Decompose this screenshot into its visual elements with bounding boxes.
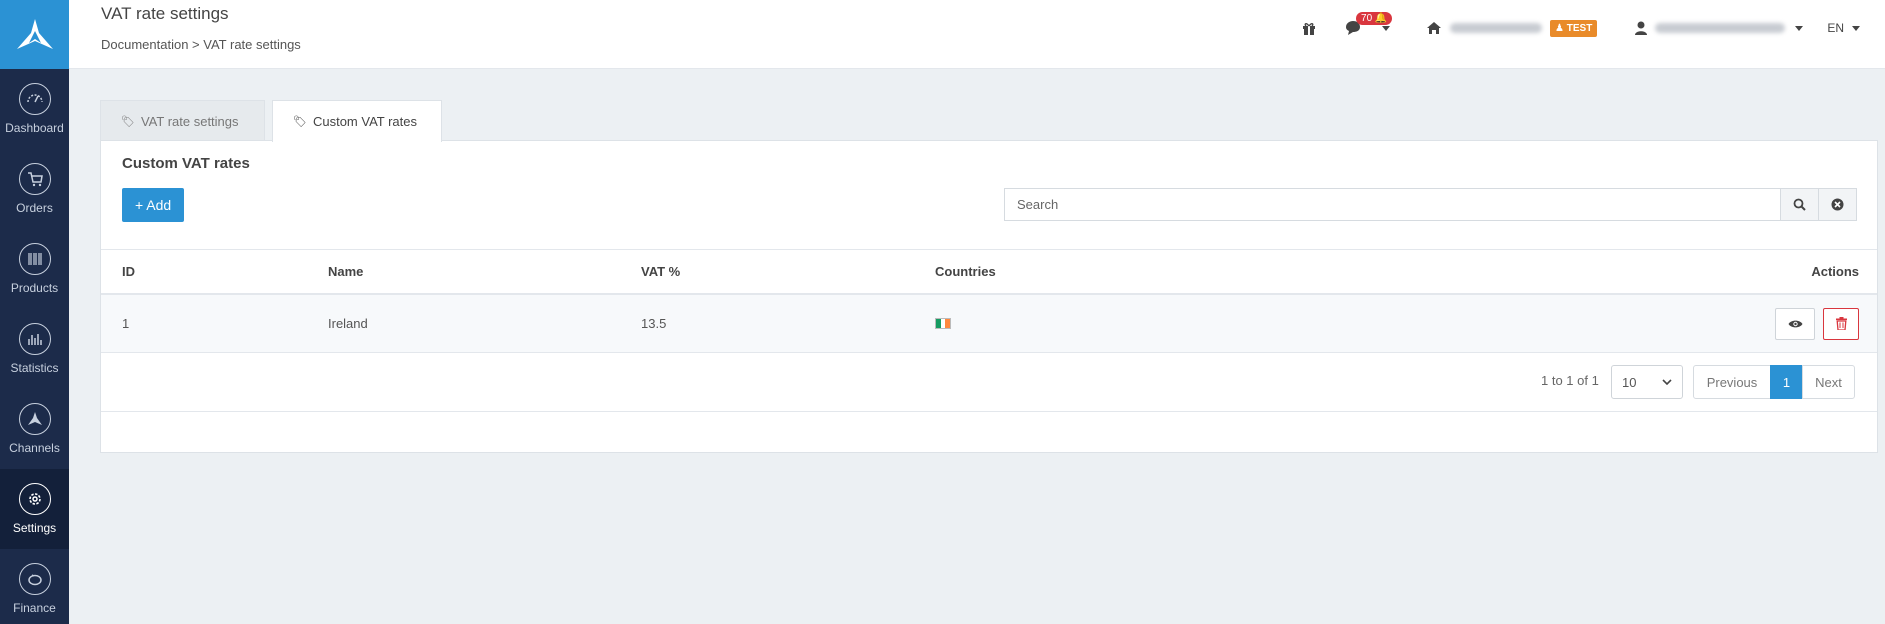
shop-name-redacted	[1450, 23, 1543, 33]
sidebar-item-label: Channels	[9, 441, 60, 455]
cell-name: Ireland	[328, 316, 368, 331]
user-icon[interactable]	[1635, 21, 1648, 35]
sidebar-item-settings[interactable]: Settings	[0, 469, 69, 549]
gear-icon	[18, 483, 51, 515]
sidebar-item-statistics[interactable]: Statistics	[0, 309, 69, 389]
add-button[interactable]: + Add	[122, 188, 185, 222]
chevron-down-icon	[1662, 379, 1672, 385]
home-icon[interactable]	[1426, 21, 1442, 35]
header-toolbar: 70 🔔 ♟ TEST EN	[1302, 0, 1885, 56]
language-dropdown-caret[interactable]	[1852, 25, 1860, 31]
channels-icon	[18, 403, 51, 435]
bell-icon: 🔔	[1374, 13, 1388, 24]
cell-countries	[935, 295, 951, 352]
test-badge: ♟ TEST	[1550, 19, 1598, 37]
chat-notifications-icon[interactable]: 70 🔔	[1344, 12, 1393, 36]
column-header-actions: Actions	[1811, 264, 1859, 279]
notification-count: 70	[1361, 13, 1373, 24]
sidebar-item-label: Dashboard	[5, 121, 64, 135]
custom-vat-rates-panel: Custom VAT rates + Add ID Name VAT % Cou…	[100, 140, 1878, 453]
column-header-name[interactable]: Name	[328, 250, 363, 293]
next-page-button[interactable]: Next	[1802, 365, 1855, 399]
search-button[interactable]	[1780, 189, 1818, 220]
sidebar-item-finance[interactable]: Finance	[0, 549, 69, 624]
row-actions	[1775, 295, 1859, 352]
sidebar-item-label: Products	[10, 281, 59, 295]
page-button-1[interactable]: 1	[1770, 365, 1803, 399]
search-icon	[1793, 198, 1806, 211]
breadcrumb: Documentation > VAT rate settings	[101, 37, 301, 52]
sidebar-item-products[interactable]: Products	[0, 229, 69, 309]
cell-vat: 13.5	[641, 316, 667, 331]
gauge-icon	[18, 83, 51, 115]
search-input[interactable]	[1005, 189, 1780, 220]
chart-icon	[18, 323, 51, 355]
language-selector[interactable]: EN	[1827, 21, 1844, 35]
clear-search-button[interactable]	[1818, 189, 1856, 220]
piggybank-icon	[18, 563, 51, 595]
trash-icon	[1835, 317, 1847, 330]
page-size-value: 10	[1622, 374, 1637, 390]
eye-icon	[1788, 320, 1802, 327]
sidebar-item-label: Settings	[12, 521, 57, 535]
sidebar-item-channels[interactable]: Channels	[0, 389, 69, 469]
panel-title: Custom VAT rates	[122, 155, 250, 172]
test-badge-label: TEST	[1566, 22, 1593, 34]
top-header: VAT rate settings Documentation > VAT ra…	[69, 0, 1885, 69]
logo-icon	[16, 18, 53, 49]
sidebar: Dashboard Orders Products Statistics Cha…	[0, 0, 69, 624]
notifications-dropdown-caret[interactable]	[1382, 25, 1391, 31]
column-header-id[interactable]: ID	[122, 250, 135, 293]
view-button[interactable]	[1775, 307, 1815, 340]
user-icon: ♟	[1555, 22, 1564, 34]
app-logo[interactable]	[0, 0, 69, 69]
sidebar-item-dashboard[interactable]: Dashboard	[0, 69, 69, 149]
pagination: Previous 1 Next	[1693, 365, 1855, 399]
sidebar-item-label: Finance	[13, 601, 56, 615]
tab-custom-vat-rates[interactable]: 🏷 Custom VAT rates	[272, 100, 442, 142]
gift-icon[interactable]	[1302, 21, 1316, 35]
barcode-icon	[18, 243, 51, 275]
sidebar-item-orders[interactable]: Orders	[0, 149, 69, 229]
tag-icon: 🏷	[293, 116, 307, 128]
cart-icon	[18, 163, 51, 195]
user-name-redacted	[1655, 23, 1786, 33]
tab-label: Custom VAT rates	[312, 114, 418, 129]
column-header-countries: Countries	[935, 264, 996, 279]
delete-button[interactable]	[1823, 307, 1859, 340]
table-footer: 1 to 1 of 1 10 Previous 1 Next	[101, 353, 1877, 412]
tab-label: VAT rate settings	[140, 113, 239, 129]
column-header-vat[interactable]: VAT %	[641, 250, 680, 293]
table-row: 1 Ireland 13.5	[101, 295, 1877, 353]
sidebar-item-label: Orders	[16, 201, 53, 215]
search-bar	[1004, 188, 1857, 221]
pagination-info: 1 to 1 of 1	[1541, 373, 1599, 388]
sidebar-item-label: Statistics	[10, 361, 59, 375]
close-circle-icon	[1831, 198, 1844, 211]
page-title: VAT rate settings	[101, 4, 229, 23]
page-size-select[interactable]: 10	[1611, 365, 1683, 399]
tab-vat-rate-settings[interactable]: 🏷 VAT rate settings	[100, 100, 265, 141]
ireland-flag-icon	[935, 318, 951, 329]
cell-id: 1	[122, 316, 130, 331]
table-header: ID Name VAT % Countries Actions	[101, 249, 1877, 295]
user-dropdown-caret[interactable]	[1795, 25, 1804, 31]
tag-icon: 🏷	[121, 115, 135, 128]
notification-badge: 70 🔔	[1356, 12, 1393, 25]
previous-page-button[interactable]: Previous	[1693, 365, 1771, 399]
